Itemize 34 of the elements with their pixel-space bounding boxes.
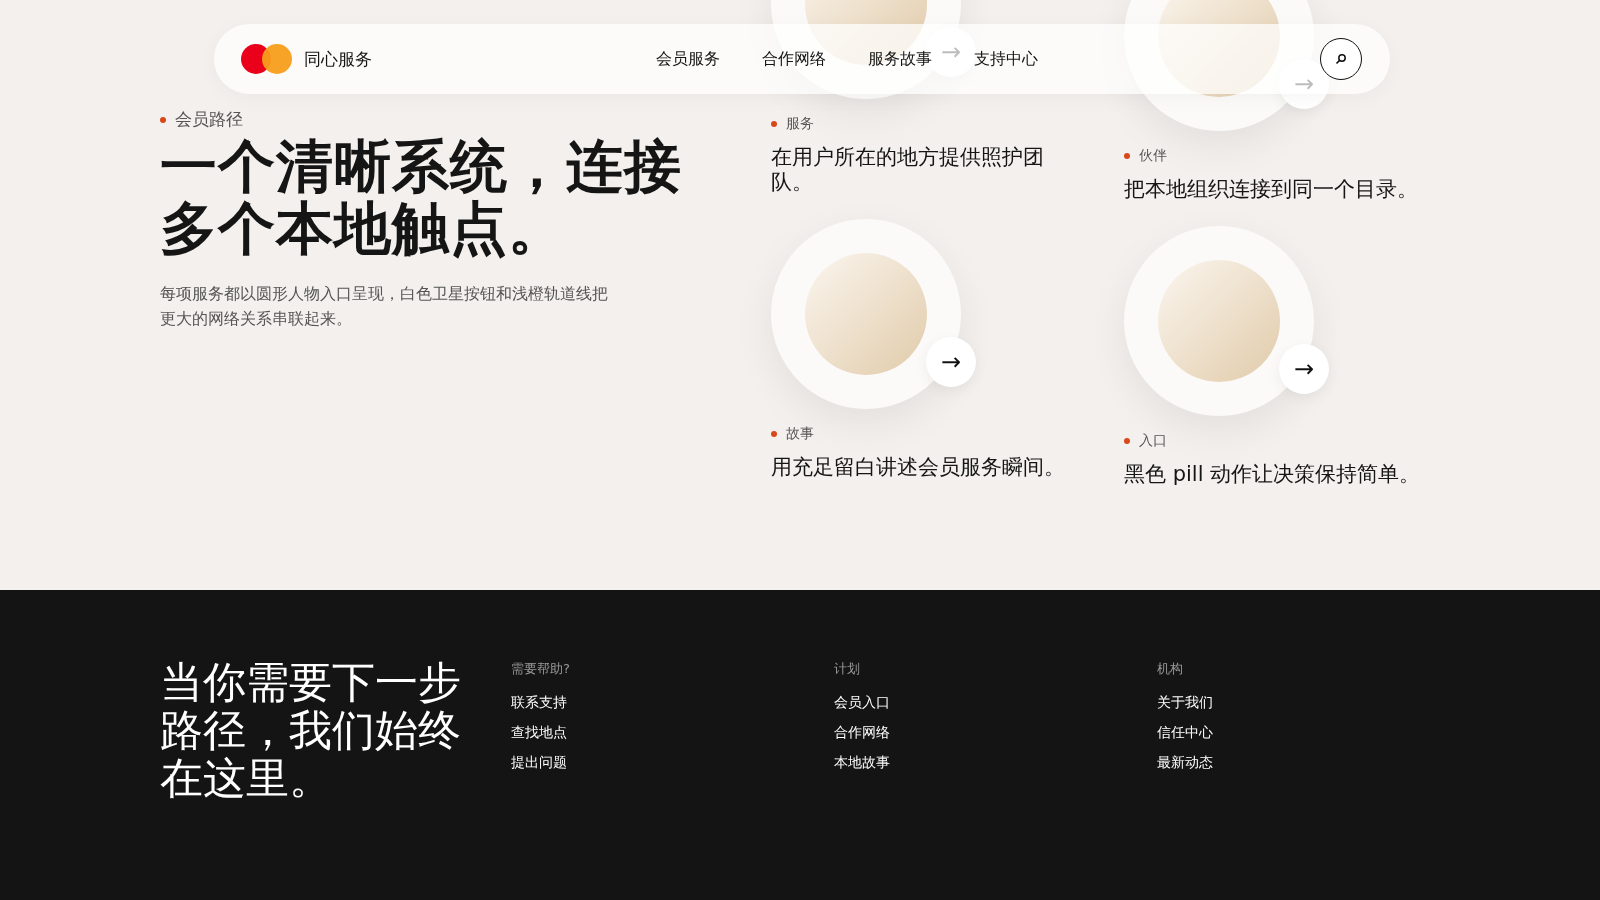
footer-headline: 当你需要下一步路径，我们始终在这里。 bbox=[160, 658, 462, 805]
card-text: 黑色 pill 动作让决策保持简单。 bbox=[1124, 462, 1422, 487]
card-text: 把本地组织连接到同一个目录。 bbox=[1124, 177, 1419, 202]
footer-link[interactable]: 最新动态 bbox=[1157, 754, 1480, 772]
search-icon bbox=[1335, 53, 1347, 65]
card-text: 在用户所在的地方提供照护团队。 bbox=[771, 145, 1045, 195]
hero-title: 一个清晰系统，连接多个本地触点。 bbox=[160, 135, 683, 259]
nav-link[interactable]: 会员服务 bbox=[656, 48, 720, 70]
card-label: 服务 bbox=[786, 115, 814, 133]
footer-link[interactable]: 本地故事 bbox=[834, 754, 1157, 772]
footer-link[interactable]: 联系支持 bbox=[511, 694, 834, 712]
nav-link[interactable]: 支持中心 bbox=[974, 48, 1038, 70]
footer-heading: 机构 bbox=[1157, 660, 1184, 678]
footer-link[interactable]: 查找地点 bbox=[511, 724, 834, 742]
brand-name[interactable]: 同心服务 bbox=[304, 47, 372, 71]
footer-heading: 计划 bbox=[834, 660, 861, 678]
footer-link[interactable]: 会员入口 bbox=[834, 694, 1157, 712]
card-text: 用充足留白讲述会员服务瞬间。 bbox=[771, 455, 1066, 480]
logo-icon[interactable] bbox=[240, 43, 294, 75]
search-button[interactable] bbox=[1320, 38, 1362, 80]
card-label: 伙伴 bbox=[1139, 147, 1167, 165]
nav-link[interactable]: 服务故事 bbox=[868, 48, 932, 70]
arrow-button[interactable]: → bbox=[926, 337, 976, 387]
hero-description: 每项服务都以圆形人物入口呈现，白色卫星按钮和浅橙轨道线把更大的网络关系串联起来。 bbox=[160, 283, 609, 330]
nav-link[interactable]: 合作网络 bbox=[762, 48, 826, 70]
footer-link[interactable]: 信任中心 bbox=[1157, 724, 1480, 742]
card-label: 入口 bbox=[1139, 432, 1167, 450]
footer-link[interactable]: 关于我们 bbox=[1157, 694, 1480, 712]
footer-link[interactable]: 提出问题 bbox=[511, 754, 834, 772]
arrow-button[interactable]: → bbox=[1279, 344, 1329, 394]
footer-heading: 需要帮助? bbox=[511, 660, 571, 678]
eyebrow-label: 会员路径 bbox=[175, 108, 243, 131]
footer-link[interactable]: 合作网络 bbox=[834, 724, 1157, 742]
card-label: 故事 bbox=[786, 425, 814, 443]
